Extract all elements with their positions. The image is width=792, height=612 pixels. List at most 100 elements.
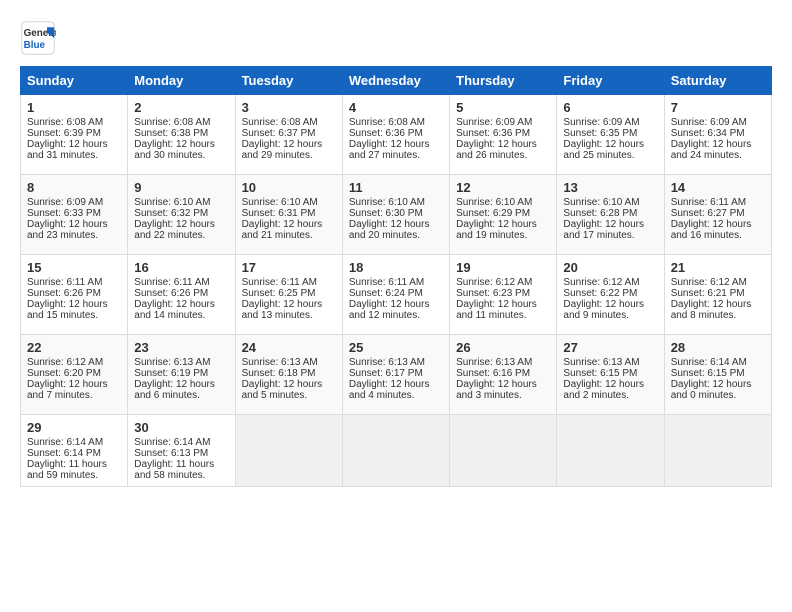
cell-text: Daylight: 12 hours	[134, 219, 228, 230]
cell-text: Daylight: 12 hours	[456, 299, 550, 310]
cell-text: Sunset: 6:22 PM	[563, 288, 657, 299]
cell-text: and 12 minutes.	[349, 310, 443, 321]
cell-text: Daylight: 12 hours	[27, 299, 121, 310]
day-number: 3	[242, 100, 336, 115]
cell-text: Daylight: 11 hours	[134, 459, 228, 470]
calendar-cell: 14 Sunrise: 6:11 AMSunset: 6:27 PMDayligh…	[664, 175, 771, 255]
cell-text: and 15 minutes.	[27, 310, 121, 321]
cell-text: Sunrise: 6:08 AM	[349, 117, 443, 128]
day-number: 9	[134, 180, 228, 195]
cell-text: and 27 minutes.	[349, 150, 443, 161]
calendar-cell: 15Sunrise: 6:11 AMSunset: 6:26 PMDayligh…	[21, 255, 128, 335]
cell-text: and 6 minutes.	[134, 390, 228, 401]
calendar-cell	[557, 415, 664, 487]
calendar-cell: 30Sunrise: 6:14 AMSunset: 6:13 PMDayligh…	[128, 415, 235, 487]
cell-text: and 14 minutes.	[134, 310, 228, 321]
day-header: Thursday	[450, 67, 557, 95]
cell-text: Daylight: 12 hours	[671, 219, 765, 230]
cell-text: Sunrise: 6:13 AM	[134, 357, 228, 368]
cell-text: Sunset: 6:30 PM	[349, 208, 443, 219]
cell-text: Sunrise: 6:12 AM	[563, 277, 657, 288]
cell-text: and 31 minutes.	[27, 150, 121, 161]
calendar-header-row: SundayMondayTuesdayWednesdayThursdayFrid…	[21, 67, 772, 95]
calendar-cell: 9Sunrise: 6:10 AMSunset: 6:32 PMDaylight…	[128, 175, 235, 255]
calendar-cell: 5Sunrise: 6:09 AMSunset: 6:36 PMDaylight…	[450, 95, 557, 175]
day-number: 24	[242, 340, 336, 355]
cell-text: Sunrise: 6:08 AM	[242, 117, 336, 128]
calendar-cell: 18Sunrise: 6:11 AMSunset: 6:24 PMDayligh…	[342, 255, 449, 335]
cell-text: and 17 minutes.	[563, 230, 657, 241]
cell-text: Sunrise: 6:11 AM	[671, 197, 765, 208]
calendar-cell: 23Sunrise: 6:13 AMSunset: 6:19 PMDayligh…	[128, 335, 235, 415]
day-number: 26	[456, 340, 550, 355]
cell-text: Daylight: 12 hours	[242, 219, 336, 230]
cell-text: Sunset: 6:39 PM	[27, 128, 121, 139]
cell-text: Sunrise: 6:13 AM	[456, 357, 550, 368]
cell-text: and 13 minutes.	[242, 310, 336, 321]
cell-text: and 0 minutes.	[671, 390, 765, 401]
day-number: 13	[563, 180, 657, 195]
cell-text: Sunrise: 6:09 AM	[671, 117, 765, 128]
cell-text: Sunrise: 6:09 AM	[456, 117, 550, 128]
day-number: 22	[27, 340, 121, 355]
cell-text: and 29 minutes.	[242, 150, 336, 161]
cell-text: Sunset: 6:36 PM	[349, 128, 443, 139]
cell-text: and 26 minutes.	[456, 150, 550, 161]
day-number: 8	[27, 180, 121, 195]
cell-text: Sunrise: 6:14 AM	[671, 357, 765, 368]
calendar-cell: 11Sunrise: 6:10 AMSunset: 6:30 PMDayligh…	[342, 175, 449, 255]
day-header: Tuesday	[235, 67, 342, 95]
day-number: 6	[563, 100, 657, 115]
cell-text: and 30 minutes.	[134, 150, 228, 161]
day-number: 10	[242, 180, 336, 195]
cell-text: Sunrise: 6:11 AM	[349, 277, 443, 288]
cell-text: Daylight: 12 hours	[134, 379, 228, 390]
cell-text: Sunrise: 6:12 AM	[671, 277, 765, 288]
calendar-week-row: 29Sunrise: 6:14 AMSunset: 6:14 PMDayligh…	[21, 415, 772, 487]
calendar-cell	[450, 415, 557, 487]
cell-text: Daylight: 12 hours	[27, 139, 121, 150]
day-number: 15	[27, 260, 121, 275]
calendar-cell: 3Sunrise: 6:08 AMSunset: 6:37 PMDaylight…	[235, 95, 342, 175]
cell-text: Sunset: 6:24 PM	[349, 288, 443, 299]
cell-text: Sunrise: 6:10 AM	[242, 197, 336, 208]
cell-text: Daylight: 12 hours	[671, 299, 765, 310]
day-header: Saturday	[664, 67, 771, 95]
calendar-cell: 8Sunrise: 6:09 AMSunset: 6:33 PMDaylight…	[21, 175, 128, 255]
day-number: 23	[134, 340, 228, 355]
calendar-week-row: 15Sunrise: 6:11 AMSunset: 6:26 PMDayligh…	[21, 255, 772, 335]
calendar-cell: 17Sunrise: 6:11 AMSunset: 6:25 PMDayligh…	[235, 255, 342, 335]
day-number: 1	[27, 100, 121, 115]
cell-text: Daylight: 12 hours	[349, 219, 443, 230]
day-number: 7	[671, 100, 765, 115]
cell-text: and 4 minutes.	[349, 390, 443, 401]
calendar-cell: 13Sunrise: 6:10 AMSunset: 6:28 PMDayligh…	[557, 175, 664, 255]
day-number: 21	[671, 260, 765, 275]
calendar-cell: 4Sunrise: 6:08 AMSunset: 6:36 PMDaylight…	[342, 95, 449, 175]
calendar-cell: 26Sunrise: 6:13 AMSunset: 6:16 PMDayligh…	[450, 335, 557, 415]
cell-text: Daylight: 12 hours	[563, 139, 657, 150]
cell-text: Sunrise: 6:08 AM	[27, 117, 121, 128]
calendar-week-row: 22Sunrise: 6:12 AMSunset: 6:20 PMDayligh…	[21, 335, 772, 415]
day-number: 14	[671, 180, 765, 195]
calendar-cell	[342, 415, 449, 487]
cell-text: Sunrise: 6:10 AM	[349, 197, 443, 208]
cell-text: Sunset: 6:27 PM	[671, 208, 765, 219]
calendar-cell: 10Sunrise: 6:10 AMSunset: 6:31 PMDayligh…	[235, 175, 342, 255]
cell-text: and 59 minutes.	[27, 470, 121, 481]
cell-text: Daylight: 12 hours	[349, 139, 443, 150]
cell-text: and 11 minutes.	[456, 310, 550, 321]
calendar-week-row: 1Sunrise: 6:08 AMSunset: 6:39 PMDaylight…	[21, 95, 772, 175]
cell-text: Sunset: 6:33 PM	[27, 208, 121, 219]
cell-text: Sunset: 6:36 PM	[456, 128, 550, 139]
day-number: 20	[563, 260, 657, 275]
cell-text: Daylight: 12 hours	[242, 299, 336, 310]
logo: General Blue	[20, 20, 56, 56]
calendar-cell: 22Sunrise: 6:12 AMSunset: 6:20 PMDayligh…	[21, 335, 128, 415]
cell-text: and 7 minutes.	[27, 390, 121, 401]
cell-text: Sunset: 6:15 PM	[563, 368, 657, 379]
cell-text: and 24 minutes.	[671, 150, 765, 161]
cell-text: Daylight: 12 hours	[27, 379, 121, 390]
calendar-cell: 21Sunrise: 6:12 AMSunset: 6:21 PMDayligh…	[664, 255, 771, 335]
cell-text: Sunset: 6:17 PM	[349, 368, 443, 379]
